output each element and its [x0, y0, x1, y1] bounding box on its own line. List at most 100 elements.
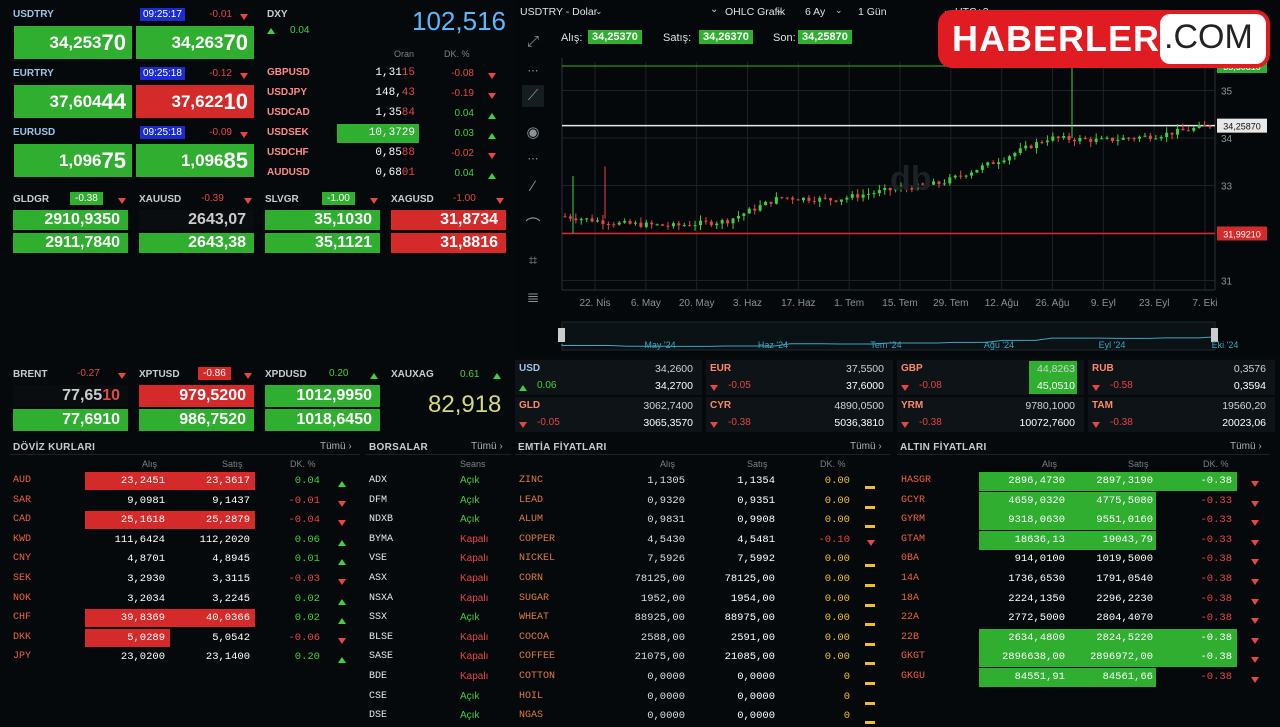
table-row[interactable]: VSE Kapalı: [366, 550, 511, 569]
table-row[interactable]: HOIL 0,0000 0,0000 0: [515, 688, 890, 707]
table-row[interactable]: COFFEE 21075,00 21085,00 0.00: [515, 648, 890, 667]
table-row[interactable]: LEAD 0,9320 0,9351 0.00: [515, 492, 890, 511]
table-row[interactable]: SASE Kapalı: [366, 648, 511, 667]
crosshair-icon[interactable]: ⌗: [522, 250, 544, 272]
dxy-row[interactable]: USDSEK 10,3729 0.03: [262, 124, 512, 144]
metal-bid[interactable]: 2910,9350: [13, 210, 128, 230]
trend-line-icon[interactable]: ⟋: [522, 85, 544, 107]
haberler-logo[interactable]: HABERLER .COM: [938, 10, 1270, 68]
metal-ask[interactable]: 1018,6450: [265, 409, 380, 431]
table-row[interactable]: COCOA 2588,00 2591,00 0.00: [515, 629, 890, 648]
mid-quote[interactable]: EUR 37,5500 37,6000 -0.05: [706, 360, 893, 395]
fx-tile-ask[interactable]: 34,263 70: [136, 26, 254, 59]
table-row[interactable]: CAD 25,1618 25,2879 -0.04: [10, 511, 360, 530]
metal-tile[interactable]: XAGUSD -1.00 31,8734 31,8816: [388, 188, 510, 258]
fx-tile-bid[interactable]: 34,253 70: [14, 26, 132, 59]
mid-quote[interactable]: GBP 44,8263 45,0510 -0.08: [897, 360, 1084, 395]
table-row[interactable]: BLSE Kapalı: [366, 629, 511, 648]
mid-quote[interactable]: TAM 19560,20 20023,06 -0.38: [1088, 397, 1275, 432]
metal-bid[interactable]: 31,8734: [391, 210, 506, 230]
table-row[interactable]: KWD 111,6424 112,2020 0.06: [10, 531, 360, 550]
metal-bid[interactable]: 2643,07: [139, 210, 254, 230]
metal-ask[interactable]: 986,7520: [139, 409, 254, 431]
fx-tile-bid[interactable]: 37,604 44: [14, 85, 132, 118]
table-row[interactable]: GYRM 9318,0630 9551,0160 -0.33: [897, 511, 1270, 531]
metal-tile[interactable]: BRENT -0.27 77,6510 77,6910: [10, 365, 132, 435]
metal-bid[interactable]: 35,1030: [265, 210, 380, 230]
metal-bid[interactable]: 77,6510: [13, 385, 128, 407]
mid-quote[interactable]: YRM 9780,1000 10072,7600 -0.38: [897, 397, 1084, 432]
table-row[interactable]: CHF 39,8369 40,0366 0.02: [10, 609, 360, 628]
xauxag-tile[interactable]: XAUXAG 0.61 82,918: [388, 365, 510, 435]
dxy-row[interactable]: USDJPY 148,43 -0.19: [262, 84, 512, 104]
table-row[interactable]: GCYR 4659,0320 4775,5080 -0.33: [897, 491, 1270, 511]
table-row[interactable]: SEK 3,2930 3,3115 -0.03: [10, 570, 360, 589]
fx-tile-bid[interactable]: 1,096 75: [14, 144, 132, 177]
dxy-row[interactable]: GBPUSD 1,3115 -0.08: [262, 64, 512, 84]
see-all-link[interactable]: Tümü ›: [320, 441, 352, 452]
mid-quote[interactable]: CYR 4890,0500 5036,3810 -0.38: [706, 397, 893, 432]
table-row[interactable]: DKK 5,0289 5,0542 -0.06: [10, 628, 360, 648]
table-row[interactable]: 22A 2772,5000 2804,4070 -0.38: [897, 609, 1270, 628]
table-row[interactable]: COTTON 0,0000 0,0000 0: [515, 668, 890, 687]
table-row[interactable]: NSXA Kapalı: [366, 590, 511, 609]
mid-quote[interactable]: RUB 0,3576 0,3594 -0.58: [1088, 360, 1275, 395]
curve-tool-icon[interactable]: ⌒: [522, 215, 544, 237]
dxy-row[interactable]: AUDUSD 0,6801 0.04: [262, 164, 512, 184]
metal-tile[interactable]: XPDUSD 0.20 1012,9950 1018,6450: [262, 365, 384, 435]
table-row[interactable]: NGAS 0,0000 0,0000 0: [515, 707, 890, 726]
metal-ask[interactable]: 77,6910: [13, 409, 128, 431]
metal-tile[interactable]: GLDGR -0.38 2910,9350 2911,7840: [10, 188, 132, 258]
see-all-link[interactable]: Tümü ›: [850, 441, 882, 452]
table-row[interactable]: ALUM 0,9831 0,9908 0.00: [515, 511, 890, 530]
table-row[interactable]: WHEAT 88925,00 88975,00 0.00: [515, 609, 890, 628]
metal-ask[interactable]: 35,1121: [265, 233, 380, 253]
fx-tile[interactable]: EURUSD 09:25:18 -0.09 1,096 75 1,096 85: [10, 118, 255, 177]
metal-tile[interactable]: XAUUSD -0.39 2643,07 2643,38: [136, 188, 258, 258]
table-row[interactable]: CSE Açık: [366, 688, 511, 707]
metal-ask[interactable]: 31,8816: [391, 233, 506, 253]
see-all-link[interactable]: Tümü ›: [471, 441, 503, 452]
mid-quote[interactable]: USD 34,2600 34,2700 0.06: [515, 360, 702, 395]
table-row[interactable]: 14A 1736,6530 1791,0540 -0.38: [897, 570, 1270, 589]
fx-tile[interactable]: USDTRY 09:25:17 -0.01 34,253 70 34,263 70: [10, 0, 255, 59]
table-row[interactable]: ZINC 1,1305 1,1354 0.00: [515, 472, 890, 491]
table-row[interactable]: CORN 78125,00 78125,00 0.00: [515, 570, 890, 589]
table-row[interactable]: 22B 2634,4800 2824,5220 -0.38: [897, 628, 1270, 648]
table-row[interactable]: NICKEL 7,5926 7,5992 0.00: [515, 550, 890, 569]
table-row[interactable]: GKGU 84551,91 84561,66 -0.38: [897, 668, 1270, 687]
table-row[interactable]: NOK 3,2034 3,2245 0.02: [10, 590, 360, 609]
table-row[interactable]: HASGR 2896,4730 2897,3190 -0.38: [897, 472, 1270, 491]
dxy-row[interactable]: USDCHF 0,8588 -0.02: [262, 144, 512, 164]
metal-bid[interactable]: 979,5200: [139, 385, 254, 407]
table-row[interactable]: CNY 4,8701 4,8945 0.01: [10, 550, 360, 569]
metal-bid[interactable]: 1012,9950: [265, 385, 380, 407]
table-row[interactable]: COPPER 4,5430 4,5481 -0.10: [515, 531, 890, 550]
table-row[interactable]: BYMA Kapalı: [366, 531, 511, 550]
table-row[interactable]: ASX Kapalı: [366, 570, 511, 589]
see-all-link[interactable]: Tümü ›: [1230, 441, 1262, 452]
table-row[interactable]: SUGAR 1952,00 1954,00 0.00: [515, 590, 890, 609]
fx-tile-ask[interactable]: 37,622 10: [136, 85, 254, 118]
fullscreen-icon[interactable]: ⤢: [522, 31, 544, 53]
metal-ask[interactable]: 2911,7840: [13, 233, 128, 253]
fx-tile-ask[interactable]: 1,096 85: [136, 144, 254, 177]
table-row[interactable]: ADX Açık: [366, 472, 511, 491]
table-row[interactable]: GTAM 18636,13 19043,79 -0.33: [897, 530, 1270, 550]
metal-tile[interactable]: XPTUSD -0.86 979,5200 986,7520: [136, 365, 258, 435]
line-tool-icon[interactable]: ∕: [522, 176, 544, 198]
eye-hide-icon[interactable]: ◉: [522, 122, 544, 144]
table-row[interactable]: DFM Açık: [366, 492, 511, 511]
table-row[interactable]: GKGT 2896638,00 2896972,00 -0.38: [897, 648, 1270, 668]
table-row[interactable]: 18A 2224,1350 2296,2230 -0.38: [897, 590, 1270, 609]
table-row[interactable]: SAR 9,0981 9,1437 -0.01: [10, 492, 360, 511]
dxy-row[interactable]: USDCAD 1,3584 0.04: [262, 104, 512, 124]
metal-ask[interactable]: 2643,38: [139, 233, 254, 253]
table-row[interactable]: JPY 23,0200 23,1400 0.20: [10, 648, 360, 667]
fx-tile[interactable]: EURTRY 09:25:18 -0.12 37,604 44 37,622 10: [10, 59, 255, 118]
table-row[interactable]: 0BA 914,0100 1019,5000 -0.38: [897, 550, 1270, 569]
table-row[interactable]: BDE Kapalı: [366, 668, 511, 687]
table-row[interactable]: DSE Açık: [366, 707, 511, 726]
table-row[interactable]: SSX Açık: [366, 609, 511, 628]
grid-icon[interactable]: ≣: [522, 287, 544, 309]
